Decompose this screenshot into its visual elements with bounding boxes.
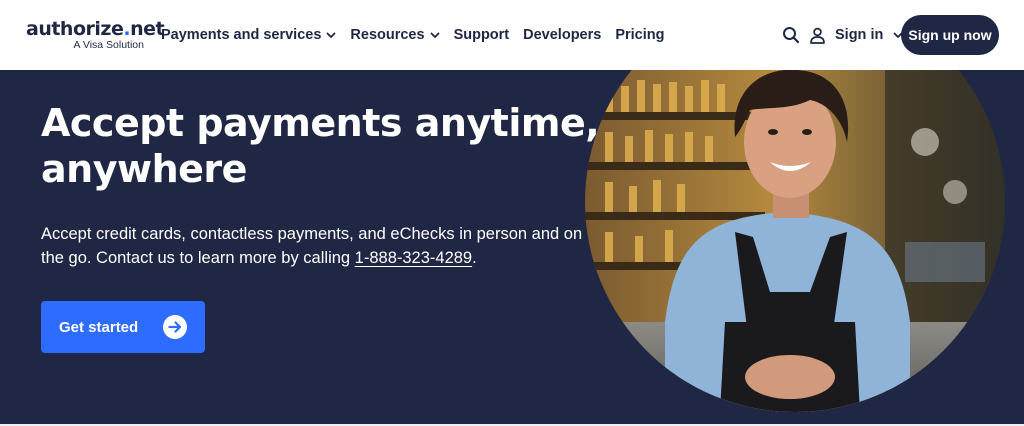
get-started-button[interactable]: Get started <box>41 301 205 353</box>
logo-wordmark: authorize.net <box>26 18 165 40</box>
hero-section: Accept payments anytime, anywhere Accept… <box>0 70 1024 424</box>
nav-item-resources[interactable]: Resources <box>350 27 439 43</box>
logo-tagline: A Visa Solution <box>73 39 144 51</box>
sign-in-menu[interactable]: Sign in <box>809 0 903 70</box>
phone-link[interactable]: 1-888-323-4289 <box>355 249 472 267</box>
nav-item-support[interactable]: Support <box>454 27 510 43</box>
arrow-right-circle-icon <box>163 315 187 339</box>
chevron-down-icon <box>430 32 439 38</box>
site-header: authorize.net A Visa Solution Payments a… <box>0 0 1024 70</box>
sign-in-label: Sign in <box>835 27 884 43</box>
chevron-down-icon <box>327 32 336 38</box>
nav-item-developers[interactable]: Developers <box>523 27 601 43</box>
search-icon[interactable] <box>782 26 800 44</box>
nav-item-pricing[interactable]: Pricing <box>615 27 664 43</box>
main-nav: Payments and services Resources Support … <box>161 0 678 70</box>
sign-up-button[interactable]: Sign up now <box>901 15 999 55</box>
authorize-net-logo[interactable]: authorize.net A Visa Solution <box>26 18 165 52</box>
hero-description: Accept credit cards, contactless payment… <box>41 225 583 267</box>
nav-item-payments-and-services[interactable]: Payments and services <box>161 27 336 43</box>
hero-photo <box>585 70 1005 412</box>
hero-title: Accept payments anytime, anywhere <box>41 101 600 191</box>
user-icon <box>810 27 825 44</box>
